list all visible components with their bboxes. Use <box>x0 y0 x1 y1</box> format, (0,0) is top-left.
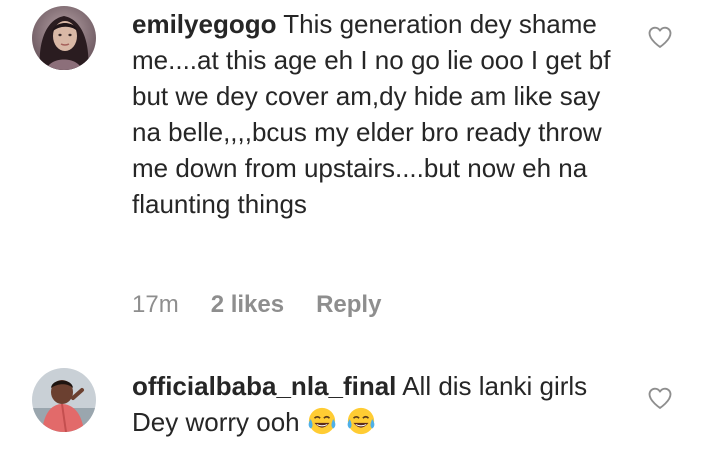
comment-item: emilyegogo This generation dey shame me.… <box>0 0 720 340</box>
comment-text: emilyegogo This generation dey shame me.… <box>132 6 622 222</box>
face-with-tears-of-joy-icon <box>347 407 375 435</box>
avatar-woman-image <box>32 6 96 70</box>
comment-item: officialbaba_nla_final All dis lanki gir… <box>0 360 720 456</box>
reply-button[interactable]: Reply <box>316 291 381 319</box>
comment-text: officialbaba_nla_final All dis lanki gir… <box>132 368 622 440</box>
avatar[interactable] <box>32 368 96 432</box>
avatar[interactable] <box>32 6 96 70</box>
comment-meta: 17m 2 likes Reply <box>132 287 381 323</box>
comment-username[interactable]: emilyegogo <box>132 9 276 39</box>
heart-outline-icon[interactable] <box>646 23 674 51</box>
heart-outline-icon[interactable] <box>646 384 674 412</box>
likes-count[interactable]: 2 likes <box>211 291 284 319</box>
face-with-tears-of-joy-icon <box>308 407 336 435</box>
comment-body: This generation dey shame me....at this … <box>132 9 611 219</box>
avatar-man-image <box>32 368 96 432</box>
comment-username[interactable]: officialbaba_nla_final <box>132 371 396 401</box>
comment-timestamp: 17m <box>132 291 179 318</box>
